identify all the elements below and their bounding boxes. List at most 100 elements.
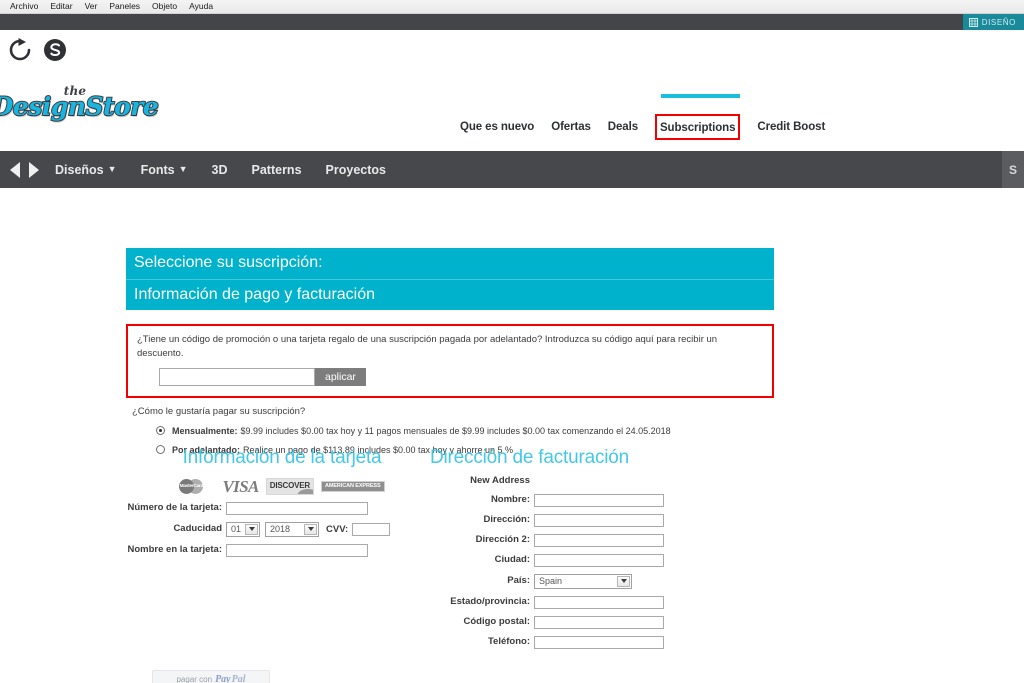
paypal-brand-pay: Pay	[215, 674, 231, 683]
billing-subtitle-row: New Address	[416, 474, 786, 487]
menu-item-ver[interactable]: Ver	[79, 0, 104, 13]
nav-item-subscriptions[interactable]: Subscriptions	[654, 114, 741, 140]
billing-pais-label: País:	[507, 574, 530, 586]
menu-item-editar[interactable]: Editar	[44, 0, 78, 13]
billing-codigo-postal-input[interactable]	[534, 615, 664, 629]
card-expiry-label: Caducidad	[173, 522, 222, 534]
expiry-year-select[interactable]: 2018	[265, 521, 319, 537]
chevron-down-icon	[245, 523, 258, 535]
payment-option-monthly[interactable]: Mensualmente: $9.99 includes $0.00 tax h…	[156, 426, 774, 436]
billing-direccion-row: Dirección:	[416, 513, 786, 527]
billing-codigo-postal-row: Código postal:	[416, 615, 786, 629]
promo-description: ¿Tiene un código de promoción o una tarj…	[137, 334, 718, 359]
category-3d[interactable]: 3D	[212, 163, 228, 177]
paypal-prefix: pagar con	[176, 675, 213, 683]
card-section-title: Información de la tarjeta	[182, 447, 382, 468]
paypal-brand-pal: Pal	[231, 674, 246, 683]
category-nav-arrows	[8, 160, 41, 180]
card-number-input[interactable]	[226, 501, 368, 515]
billing-subtitle: New Address	[470, 474, 530, 486]
panel-header-payment-info: Información de pago y facturación	[126, 278, 774, 311]
mastercard-icon: MasterCard	[175, 478, 215, 494]
category-fonts-label: Fonts	[140, 162, 175, 177]
page-body: the DesignStore Que es nuevo Ofertas Dea…	[0, 30, 1024, 683]
paypal-button[interactable]: pagar con Pay Pal	[152, 670, 270, 683]
billing-ciudad-row: Ciudad:	[416, 553, 786, 567]
card-number-label: Número de la tarjeta:	[127, 501, 223, 513]
menu-item-paneles[interactable]: Paneles	[103, 0, 146, 13]
cvv-label: CVV:	[326, 523, 349, 535]
nav-item-subscriptions-label: Subscriptions	[659, 122, 736, 134]
category-disenos[interactable]: Diseños ▼	[55, 163, 117, 177]
billing-telefono-label: Teléfono:	[487, 635, 530, 647]
menu-item-ayuda[interactable]: Ayuda	[183, 0, 219, 13]
billing-telefono-input[interactable]	[534, 635, 664, 649]
arrow-left-icon[interactable]	[8, 160, 24, 180]
billing-pais-select[interactable]: Spain	[534, 573, 632, 589]
nav-item-ofertas[interactable]: Ofertas	[551, 121, 591, 133]
billing-pais-value: Spain	[539, 576, 563, 587]
billing-estado-input[interactable]	[534, 595, 664, 609]
payment-option-monthly-label: Mensualmente:	[172, 425, 238, 436]
browser-controls	[6, 36, 68, 64]
billing-pais-row: País: Spain	[416, 573, 786, 589]
nav-item-que-es-nuevo[interactable]: Que es nuevo	[460, 121, 534, 133]
category-fonts[interactable]: Fonts ▼	[141, 163, 188, 177]
chevron-down-icon	[617, 575, 630, 587]
billing-nombre-label: Nombre:	[490, 493, 530, 505]
nav-item-credit-boost[interactable]: Credit Boost	[757, 121, 825, 133]
billing-direccion2-row: Dirección 2:	[416, 533, 786, 547]
accepted-cards: MasterCard VISA DISCOVER AMERICAN EXPRES…	[126, 476, 416, 496]
card-name-input[interactable]	[226, 543, 368, 557]
card-number-row: Número de la tarjeta:	[126, 501, 416, 515]
site-logo[interactable]: the DesignStore	[0, 78, 160, 126]
billing-nombre-input[interactable]	[534, 493, 664, 507]
panel-header-select-subscription: Seleccione su suscripción:	[126, 248, 774, 279]
menu-item-archivo[interactable]: Archivo	[4, 0, 44, 13]
promo-code-input[interactable]	[159, 367, 315, 386]
visa-icon: VISA	[222, 476, 259, 496]
arrow-right-icon[interactable]	[25, 160, 41, 180]
chevron-down-icon	[304, 523, 317, 535]
card-expiry-row: Caducidad 01 2018 CVV:	[126, 521, 416, 537]
logo-name: DesignStore	[0, 92, 160, 121]
category-nav-bar: Diseños ▼ Fonts ▼ 3D Patterns Proyectos …	[0, 151, 1024, 188]
radio-monthly[interactable]	[156, 426, 165, 436]
refresh-icon[interactable]	[6, 36, 34, 64]
billing-nombre-row: Nombre:	[416, 493, 786, 507]
forms-columns: Información de la tarjeta MasterCard VIS…	[126, 447, 786, 683]
apply-promo-button[interactable]: aplicar	[315, 367, 366, 386]
expiry-year-value: 2018	[270, 524, 291, 535]
category-nav-edge-button[interactable]: S	[1002, 151, 1024, 188]
discover-icon: DISCOVER	[265, 477, 314, 495]
category-proyectos[interactable]: Proyectos	[326, 163, 386, 177]
cvv-input[interactable]	[352, 522, 391, 536]
expiry-month-select[interactable]: 01	[226, 521, 260, 537]
site-nav: Que es nuevo Ofertas Deals Subscriptions…	[460, 114, 860, 140]
billing-direccion2-input[interactable]	[534, 533, 664, 547]
billing-estado-label: Estado/provincia:	[450, 596, 530, 607]
nav-item-deals[interactable]: Deals	[608, 121, 638, 133]
card-name-label: Nombre en la tarjeta:	[127, 543, 223, 555]
payment-question: ¿Cómo le gustaría pagar su suscripción?	[132, 405, 306, 417]
stop-icon[interactable]	[42, 37, 68, 63]
os-menu-bar: Archivo Editar Ver Paneles Objeto Ayuda	[0, 0, 1024, 14]
billing-codigo-postal-label: Código postal:	[463, 615, 531, 627]
billing-ciudad-input[interactable]	[534, 553, 664, 567]
promo-input-row: aplicar	[159, 367, 763, 386]
billing-direccion-label: Dirección:	[483, 513, 530, 525]
mastercard-label: MasterCard	[179, 482, 204, 488]
billing-direccion-input[interactable]	[534, 513, 664, 527]
category-patterns[interactable]: Patterns	[252, 163, 302, 177]
workspace-diseno-button[interactable]: DISEÑO	[962, 14, 1024, 30]
billing-ciudad-label: Ciudad:	[494, 553, 530, 565]
menu-item-objeto[interactable]: Objeto	[146, 0, 183, 13]
billing-section-title: Dirección de facturación	[430, 447, 630, 468]
chevron-down-icon: ▼	[178, 164, 188, 174]
amex-icon: AMERICAN EXPRESS	[320, 480, 385, 493]
active-nav-accent	[661, 94, 740, 98]
expiry-month-value: 01	[231, 524, 242, 535]
app-window: Archivo Editar Ver Paneles Objeto Ayuda …	[0, 0, 1024, 683]
card-information-section: Información de la tarjeta MasterCard VIS…	[126, 447, 416, 683]
workspace-label: DISEÑO	[981, 17, 1016, 27]
